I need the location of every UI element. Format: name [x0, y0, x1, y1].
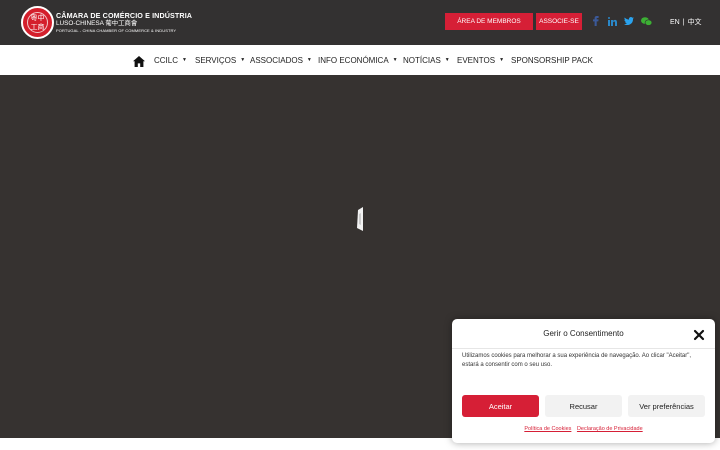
- nav-label: SPONSORSHIP PACK: [511, 55, 593, 65]
- top-bar: 粵中工商 CÂMARA DE COMÉRCIO E INDÚSTRIA LUSO…: [0, 0, 720, 45]
- nav-label: EVENTOS: [457, 55, 496, 65]
- twitter-icon[interactable]: [623, 14, 635, 28]
- chevron-down-icon: ▼: [392, 57, 398, 63]
- members-area-button[interactable]: ÁREA DE MEMBROS: [445, 13, 533, 30]
- loading-spinner-icon: [357, 207, 364, 236]
- consent-divider: [452, 348, 715, 349]
- logo-text: CÂMARA DE COMÉRCIO E INDÚSTRIA LUSO-CHIN…: [56, 11, 192, 34]
- nav-label: ASSOCIADOS: [250, 55, 303, 65]
- chevron-down-icon: ▼: [499, 57, 505, 63]
- chevron-down-icon: ▼: [182, 57, 187, 63]
- lang-en[interactable]: EN: [670, 19, 680, 26]
- chamber-logo[interactable]: 粵中工商 CÂMARA DE COMÉRCIO E INDÚSTRIA LUSO…: [21, 6, 192, 39]
- main-nav: CCILC ▼ SERVIÇOS ▼ ASSOCIADOS ▼ INFO ECONÓM…: [0, 45, 720, 75]
- language-switcher: EN | 中文: [670, 17, 702, 27]
- nav-label: INFO ECONÓMICA: [318, 55, 389, 65]
- nav-label: NOTÍCIAS: [403, 55, 441, 65]
- accept-button[interactable]: Aceitar: [462, 395, 539, 417]
- nav-label: SERVIÇOS: [195, 55, 237, 65]
- chamber-seal: 粵中工商: [21, 6, 54, 39]
- cookie-policy-link[interactable]: Política de Cookies: [524, 426, 571, 432]
- preferences-button[interactable]: Ver preferências: [628, 395, 705, 417]
- chevron-down-icon: ▼: [444, 57, 450, 63]
- facebook-icon[interactable]: [591, 14, 601, 28]
- nav-item-info-economica[interactable]: INFO ECONÓMICA ▼: [318, 45, 398, 75]
- nav-label: CCILC: [154, 55, 179, 65]
- cookie-consent-dialog: Gerir o Consentimento Utilizamos cookies…: [452, 319, 715, 443]
- deny-button[interactable]: Recusar: [545, 395, 622, 417]
- lang-zh[interactable]: 中文: [688, 17, 702, 27]
- consent-message: Utilizamos cookies para melhorar a sua e…: [462, 353, 692, 368]
- join-button[interactable]: ASSOCIE-SE: [536, 13, 582, 30]
- nav-item-ccilc[interactable]: CCILC ▼: [154, 45, 187, 75]
- seal-text: 粵中工商: [27, 12, 48, 33]
- linkedin-icon[interactable]: [606, 14, 618, 28]
- lang-separator: |: [682, 19, 685, 26]
- logo-line-1: CÂMARA DE COMÉRCIO E INDÚSTRIA: [56, 11, 193, 20]
- chevron-down-icon: ▼: [240, 57, 246, 63]
- close-icon[interactable]: [693, 328, 705, 341]
- logo-line-2: LUSO-CHINESA 葡中工商會: [56, 20, 138, 27]
- logo-line-3: PORTUGAL - CHINA CHAMBER OF COMMERCE & I…: [56, 28, 177, 33]
- chevron-down-icon: ▼: [306, 57, 312, 63]
- nav-item-eventos[interactable]: EVENTOS ▼: [457, 45, 504, 75]
- privacy-statement-link[interactable]: Declaração de Privacidade: [577, 426, 643, 432]
- nav-item-noticias[interactable]: NOTÍCIAS ▼: [403, 45, 450, 75]
- nav-item-sponsorship-pack[interactable]: SPONSORSHIP PACK: [511, 45, 593, 75]
- wechat-icon[interactable]: [640, 14, 653, 28]
- home-icon[interactable]: [133, 54, 145, 72]
- nav-item-associados[interactable]: ASSOCIADOS ▼: [250, 45, 312, 75]
- consent-title: Gerir o Consentimento: [543, 329, 624, 338]
- nav-item-servicos[interactable]: SERVIÇOS ▼: [195, 45, 245, 75]
- consent-links: Política de Cookies Declaração de Privac…: [452, 426, 715, 432]
